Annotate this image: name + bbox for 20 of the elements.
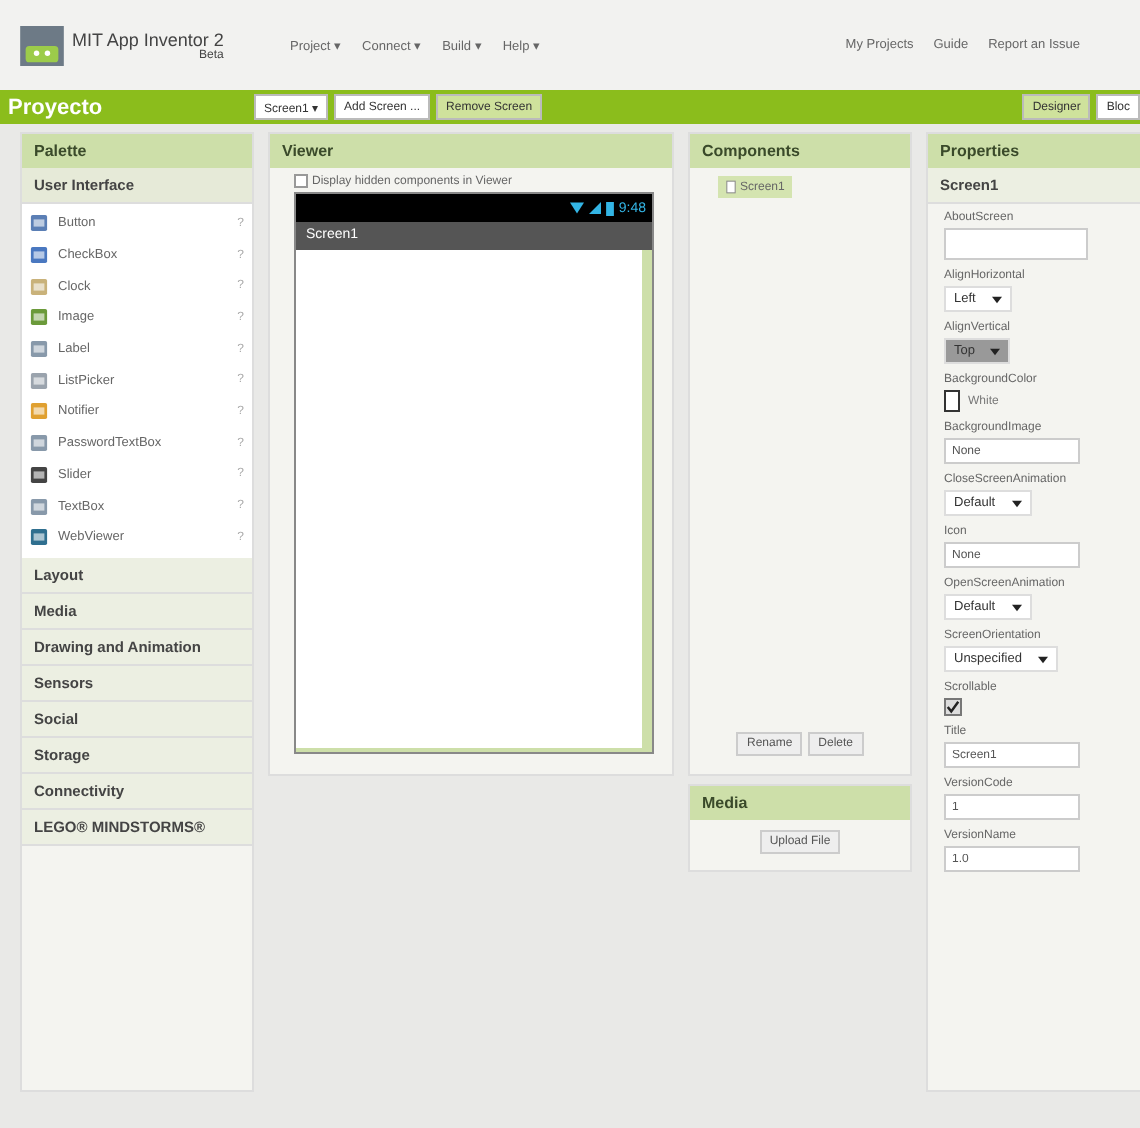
caret-icon [1037,655,1048,663]
caret-icon [990,347,1001,355]
caret-icon [1011,499,1022,507]
project-title: Proyecto [8,95,105,119]
viewer-header: Viewer [270,134,672,168]
palette-header: Palette [22,134,252,168]
app-name: MIT App Inventor 2 [72,29,224,49]
properties-header: Properties [928,134,1140,168]
caret-icon [991,295,1002,303]
signal-icon [588,202,603,214]
media-header: Media [690,786,910,820]
components-header: Components [690,134,910,168]
color-swatch[interactable] [944,390,960,412]
checkbox[interactable] [944,698,962,716]
logo-icon [20,25,64,65]
caret-icon [1011,603,1022,611]
screen-icon [726,180,736,194]
battery-icon [606,201,615,215]
wifi-icon [570,202,585,214]
checkbox[interactable] [294,174,308,188]
